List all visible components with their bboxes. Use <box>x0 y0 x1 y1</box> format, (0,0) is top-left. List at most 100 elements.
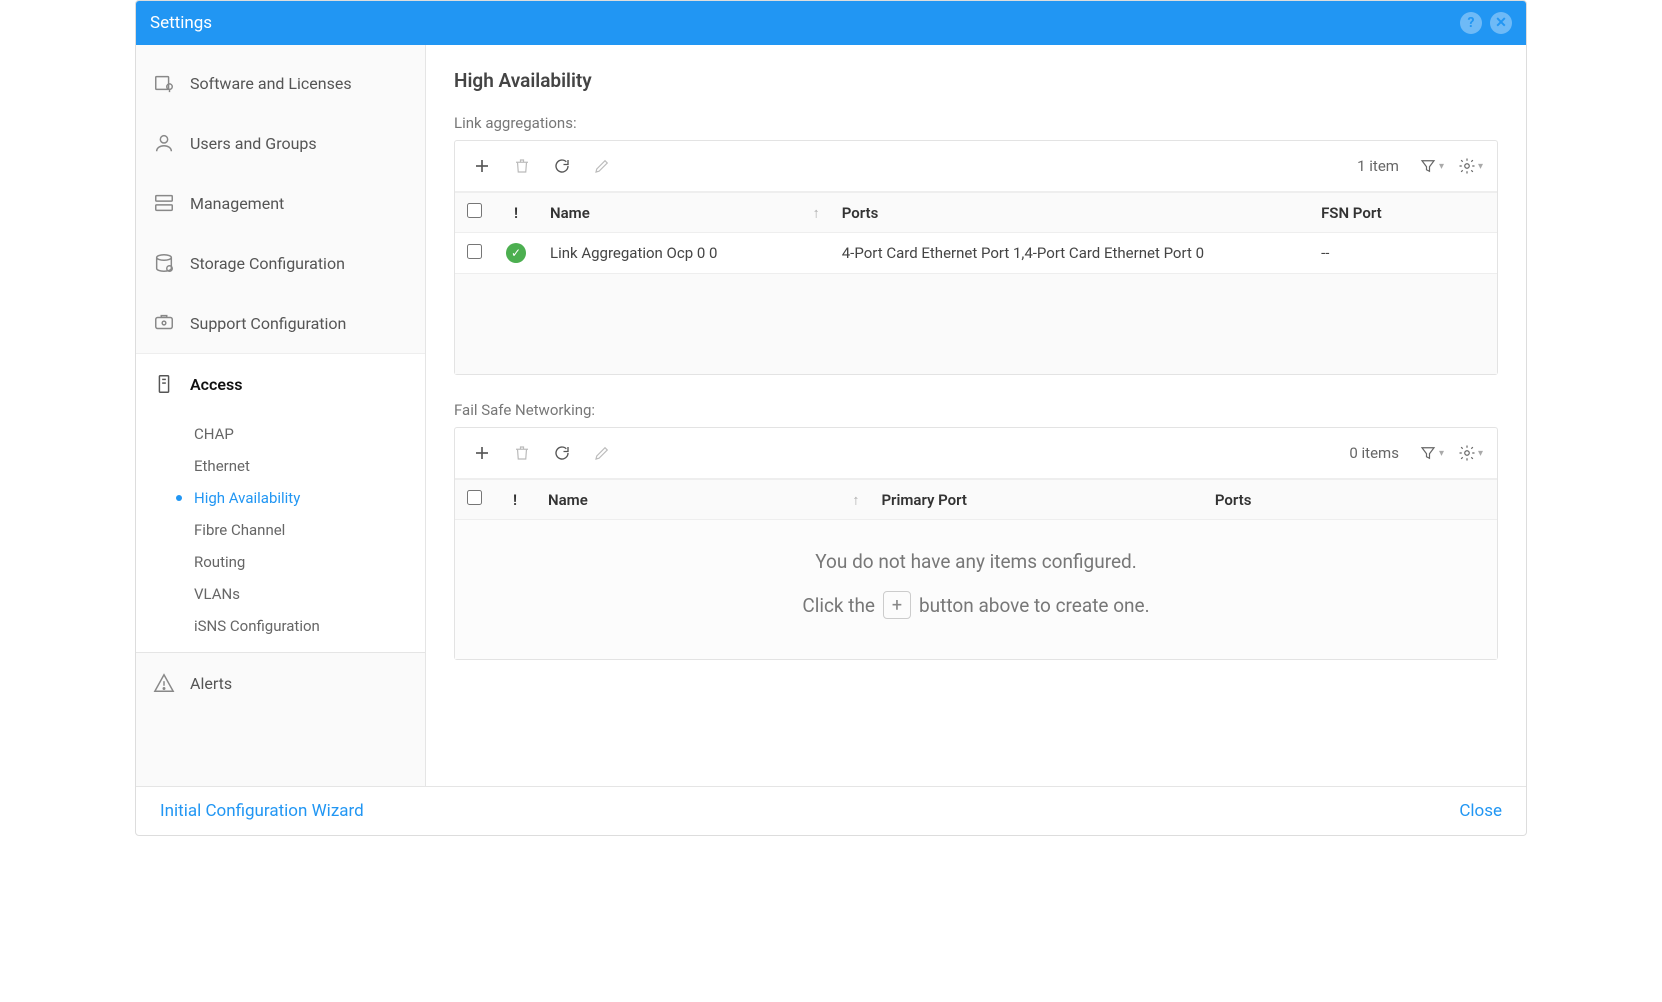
chevron-down-icon: ▾ <box>1439 448 1444 459</box>
add-button[interactable] <box>465 436 499 470</box>
page-title: High Availability <box>454 69 1498 92</box>
col-name[interactable]: Name↑ <box>538 193 830 233</box>
empty-line2: Click the + button above to create one. <box>475 591 1477 619</box>
refresh-button[interactable] <box>545 149 579 183</box>
subitem-isns[interactable]: iSNS Configuration <box>136 610 425 642</box>
fsn-toolbar: 0 items ▾ ▾ <box>455 428 1497 479</box>
chevron-down-icon: ▾ <box>1439 161 1444 172</box>
col-status[interactable]: ! <box>494 480 536 520</box>
titlebar-actions: ? ✕ <box>1460 12 1512 34</box>
link-agg-toolbar: 1 item ▾ ▾ <box>455 141 1497 192</box>
fsn-empty-state: You do not have any items configured. Cl… <box>455 520 1497 659</box>
table-row[interactable]: ✓ Link Aggregation Ocp 0 0 4-Port Card E… <box>455 233 1497 274</box>
subitem-label: CHAP <box>194 425 234 443</box>
link-agg-panel: 1 item ▾ ▾ ! Name↑ <box>454 140 1498 375</box>
col-checkbox <box>455 193 494 233</box>
select-all-checkbox[interactable] <box>467 203 482 218</box>
subitem-chap[interactable]: CHAP <box>136 418 425 450</box>
empty-line1: You do not have any items configured. <box>475 550 1477 573</box>
item-count: 1 item <box>1357 157 1399 175</box>
col-checkbox <box>455 480 494 520</box>
settings-button[interactable]: ▾ <box>1454 157 1487 175</box>
sidebar-item-users-groups[interactable]: Users and Groups <box>136 113 425 173</box>
subitem-routing[interactable]: Routing <box>136 546 425 578</box>
sidebar-item-label: Users and Groups <box>190 134 317 153</box>
sidebar-item-label: Storage Configuration <box>190 254 345 273</box>
subitem-high-availability[interactable]: High Availability <box>136 482 425 514</box>
filter-button[interactable]: ▾ <box>1415 157 1448 175</box>
body: Software and Licenses Users and Groups M… <box>136 45 1526 786</box>
subitem-vlans[interactable]: VLANs <box>136 578 425 610</box>
settings-button[interactable]: ▾ <box>1454 444 1487 462</box>
subitem-label: iSNS Configuration <box>194 617 320 635</box>
plus-icon: + <box>883 591 911 619</box>
status-ok-icon: ✓ <box>506 243 526 263</box>
sidebar-item-label: Access <box>190 375 242 394</box>
link-agg-table: ! Name↑ Ports FSN Port ✓ Link Aggregatio… <box>455 192 1497 274</box>
subitem-label: VLANs <box>194 585 240 603</box>
sort-up-icon: ↑ <box>813 204 820 221</box>
link-agg-padding <box>455 274 1497 374</box>
window-title: Settings <box>150 13 1460 33</box>
subitem-label: High Availability <box>194 489 300 507</box>
content-area: High Availability Link aggregations: <box>426 45 1526 786</box>
fsn-panel: 0 items ▾ ▾ ! Name↑ <box>454 427 1498 660</box>
sidebar-item-support-config[interactable]: Support Configuration <box>136 293 425 353</box>
sort-up-icon: ↑ <box>852 491 859 508</box>
col-name[interactable]: Name↑ <box>536 480 869 520</box>
edit-button[interactable] <box>585 149 619 183</box>
add-button[interactable] <box>465 149 499 183</box>
col-primary[interactable]: Primary Port <box>869 480 1202 520</box>
help-icon[interactable]: ? <box>1460 12 1482 34</box>
subitem-ethernet[interactable]: Ethernet <box>136 450 425 482</box>
delete-button[interactable] <box>505 149 539 183</box>
alert-icon <box>152 671 176 695</box>
license-icon <box>152 71 176 95</box>
cell-name: Link Aggregation Ocp 0 0 <box>538 233 830 274</box>
refresh-button[interactable] <box>545 436 579 470</box>
access-icon <box>152 372 176 396</box>
titlebar: Settings ? ✕ <box>136 1 1526 45</box>
initial-config-wizard-link[interactable]: Initial Configuration Wizard <box>160 801 364 821</box>
subitem-label: Routing <box>194 553 245 571</box>
fsn-label: Fail Safe Networking: <box>454 401 1498 419</box>
subitem-fibre-channel[interactable]: Fibre Channel <box>136 514 425 546</box>
subitem-label: Ethernet <box>194 457 250 475</box>
sidebar-item-management[interactable]: Management <box>136 173 425 233</box>
sidebar-item-label: Support Configuration <box>190 314 346 333</box>
sidebar: Software and Licenses Users and Groups M… <box>136 45 426 786</box>
fsn-table: ! Name↑ Primary Port Ports <box>455 479 1497 520</box>
col-fsn[interactable]: FSN Port <box>1309 193 1497 233</box>
close-button[interactable]: Close <box>1459 801 1502 821</box>
sidebar-item-label: Software and Licenses <box>190 74 352 93</box>
subitem-label: Fibre Channel <box>194 521 285 539</box>
access-subitems: CHAP Ethernet High Availability Fibre Ch… <box>136 414 425 652</box>
sidebar-item-storage-config[interactable]: Storage Configuration <box>136 233 425 293</box>
col-ports[interactable]: Ports <box>1203 480 1497 520</box>
chevron-down-icon: ▾ <box>1478 448 1483 459</box>
user-icon <box>152 131 176 155</box>
support-icon <box>152 311 176 335</box>
edit-button[interactable] <box>585 436 619 470</box>
col-ports[interactable]: Ports <box>830 193 1309 233</box>
item-count: 0 items <box>1349 444 1399 462</box>
row-checkbox[interactable] <box>467 244 482 259</box>
sidebar-item-label: Management <box>190 194 284 213</box>
link-agg-label: Link aggregations: <box>454 114 1498 132</box>
select-all-checkbox[interactable] <box>467 490 482 505</box>
management-icon <box>152 191 176 215</box>
col-status[interactable]: ! <box>494 193 538 233</box>
footer: Initial Configuration Wizard Close <box>136 786 1526 835</box>
cell-fsn: -- <box>1309 233 1497 274</box>
filter-button[interactable]: ▾ <box>1415 444 1448 462</box>
cell-ports: 4-Port Card Ethernet Port 1,4-Port Card … <box>830 233 1309 274</box>
sidebar-item-label: Alerts <box>190 674 232 693</box>
sidebar-item-access[interactable]: Access <box>136 353 425 414</box>
sidebar-item-alerts[interactable]: Alerts <box>136 652 425 713</box>
settings-window: Settings ? ✕ Software and Licenses Users… <box>135 0 1527 836</box>
chevron-down-icon: ▾ <box>1478 161 1483 172</box>
close-icon[interactable]: ✕ <box>1490 12 1512 34</box>
storage-icon <box>152 251 176 275</box>
delete-button[interactable] <box>505 436 539 470</box>
sidebar-item-software-licenses[interactable]: Software and Licenses <box>136 53 425 113</box>
